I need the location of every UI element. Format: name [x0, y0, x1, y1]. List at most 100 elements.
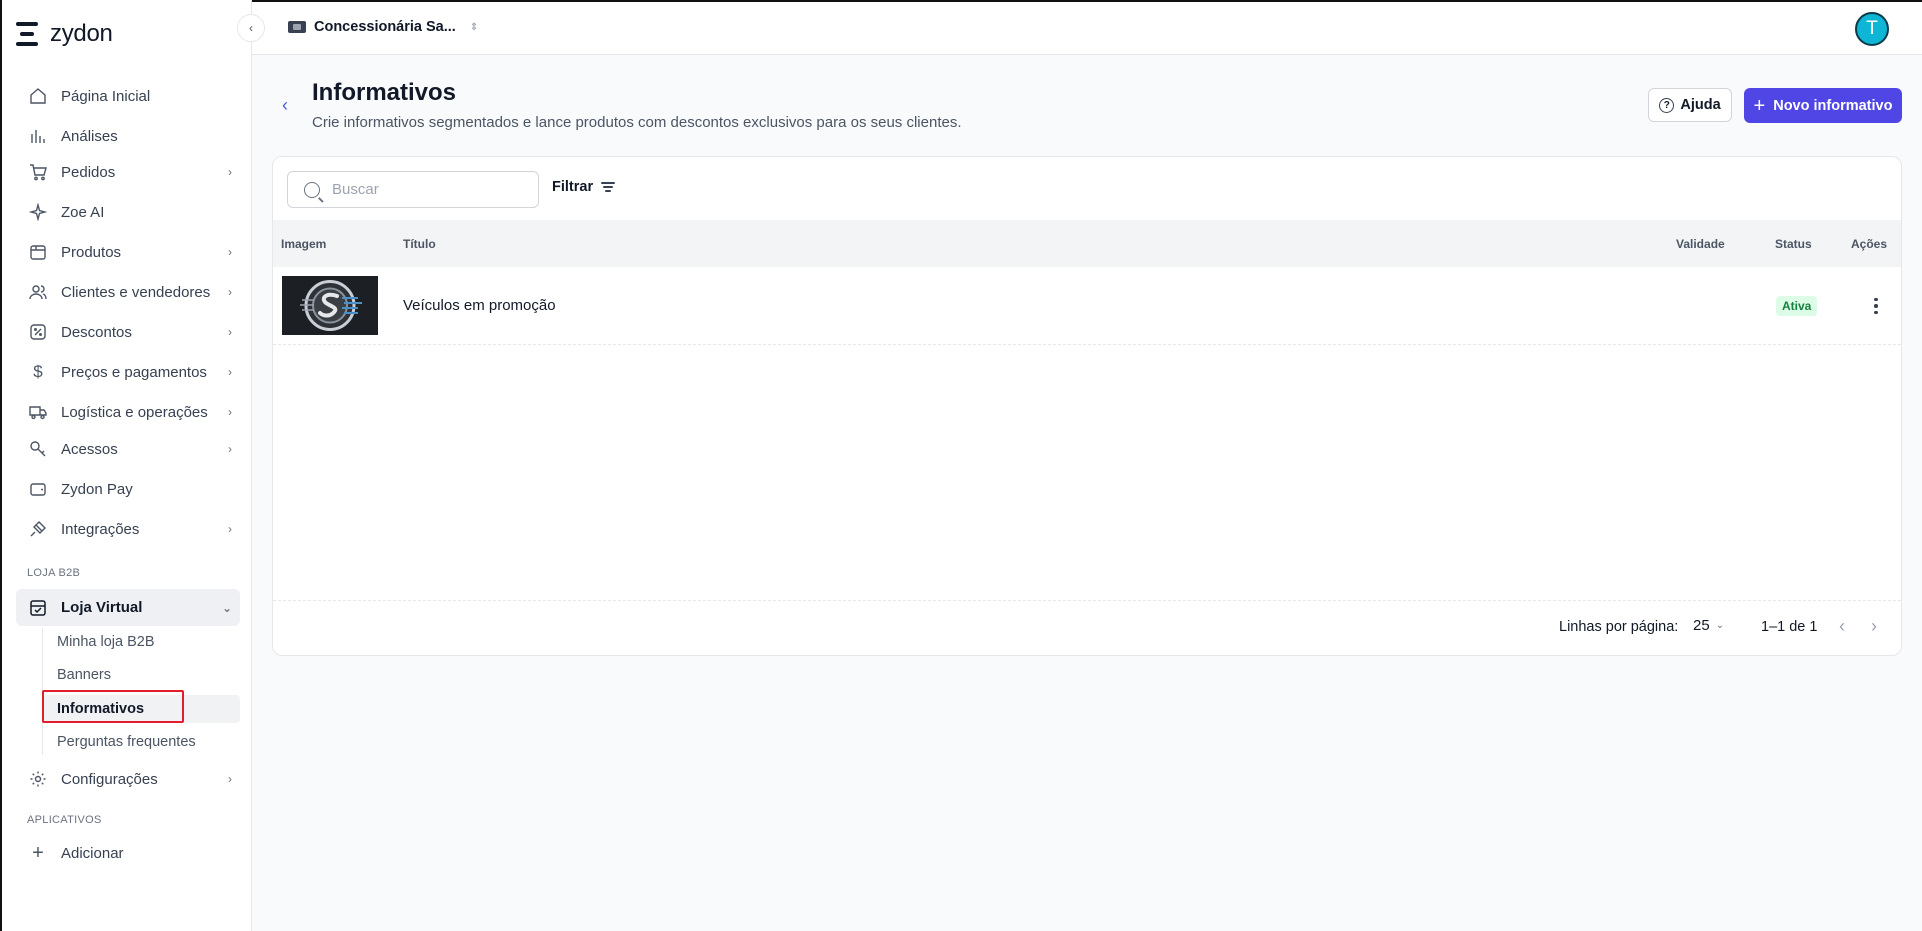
subitem-minha-loja-b2b[interactable]: Minha loja B2B: [43, 628, 240, 656]
sidebar-item-label: Pedidos: [61, 163, 116, 181]
sidebar-item-label: Adicionar: [61, 844, 124, 862]
avatar[interactable]: T: [1855, 12, 1889, 46]
status-badge: Ativa: [1776, 296, 1818, 316]
sidebar-item-zydon-pay[interactable]: Zydon Pay: [16, 471, 240, 507]
chevron-right-icon: ›: [228, 245, 232, 259]
store-icon: [288, 21, 306, 33]
sidebar-item-label: Página Inicial: [61, 87, 151, 105]
sidebar-item-label: Preços e pagamentos: [61, 363, 207, 381]
store-switcher[interactable]: Concessionária Sa... ⇕: [288, 19, 478, 35]
table-header: Imagem Título Validade Status Ações: [273, 220, 1901, 267]
zydon-logo-icon: [16, 21, 42, 47]
subitem-banners[interactable]: Banners: [43, 661, 240, 689]
sidebar: zydon Página Inicial Análises Pedidos › …: [0, 0, 252, 931]
filter-icon: [601, 181, 616, 193]
dollar-icon: $: [33, 362, 43, 381]
chevron-down-icon: ⌄: [221, 600, 232, 615]
rows-per-page-select[interactable]: 25 ⌄: [1693, 617, 1724, 634]
sidebar-item-integracoes[interactable]: Integrações ›: [16, 511, 240, 547]
col-status: Status: [1775, 237, 1812, 251]
col-validity: Validade: [1676, 237, 1725, 251]
sidebar-item-label: Acessos: [61, 440, 118, 458]
sidebar-item-label: Configurações: [61, 770, 158, 788]
section-label-aplicativos: APLICATIVOS: [27, 814, 102, 826]
sidebar-item-label: Clientes e vendedores: [61, 283, 211, 301]
sidebar-item-produtos[interactable]: Produtos ›: [16, 234, 240, 270]
plus-icon: +: [1753, 94, 1766, 117]
row-thumbnail: [282, 276, 378, 335]
prev-page-icon[interactable]: ‹: [1839, 616, 1845, 637]
updown-chevron-icon: ⇕: [469, 21, 479, 33]
sidebar-item-precos[interactable]: $ Preços e pagamentos ›: [16, 354, 240, 390]
sidebar-item-label: Zoe AI: [61, 203, 105, 221]
logo-text: zydon: [50, 20, 113, 47]
page-subtitle: Crie informativos segmentados e lance pr…: [312, 114, 962, 131]
col-actions: Ações: [1851, 237, 1888, 251]
sidebar-item-label: Produtos: [61, 243, 122, 261]
chevron-right-icon: ›: [228, 365, 232, 379]
logo[interactable]: zydon: [16, 20, 113, 48]
search-box[interactable]: [287, 171, 539, 208]
table-row[interactable]: Veículos em promoção Ativa: [273, 267, 1901, 345]
rows-per-page-value: 25: [1693, 617, 1710, 634]
sparkle-icon: [28, 202, 48, 222]
sidebar-item-pagina-inicial[interactable]: Página Inicial: [16, 78, 240, 114]
truck-icon: [28, 402, 48, 422]
chevron-right-icon: ›: [228, 285, 232, 299]
rows-per-page-label: Linhas por página:: [1559, 619, 1679, 635]
sidebar-item-pedidos[interactable]: Pedidos ›: [16, 154, 240, 190]
cart-icon: [28, 162, 48, 182]
filter-button[interactable]: Filtrar: [552, 179, 616, 195]
sidebar-item-loja-virtual[interactable]: Loja Virtual ⌄: [16, 589, 240, 626]
bar-chart-icon: [28, 126, 48, 146]
collapse-sidebar-button[interactable]: ‹: [237, 14, 265, 42]
help-button[interactable]: ? Ajuda: [1648, 88, 1732, 122]
wallet-icon: [28, 479, 48, 499]
sidebar-item-label: Descontos: [61, 323, 132, 341]
sidebar-item-configuracoes[interactable]: Configurações ›: [16, 761, 240, 797]
filter-label: Filtrar: [552, 179, 594, 195]
sidebar-item-zoe-ai[interactable]: Zoe AI: [16, 194, 240, 230]
new-informativo-button[interactable]: + Novo informativo: [1744, 88, 1902, 123]
next-page-icon[interactable]: ›: [1871, 616, 1877, 637]
pagination-range: 1–1 de 1: [1761, 619, 1818, 635]
sidebar-item-clientes[interactable]: Clientes e vendedores ›: [16, 274, 240, 310]
col-image: Imagem: [281, 237, 327, 251]
home-icon: [28, 86, 48, 106]
more-actions-icon[interactable]: [1866, 295, 1886, 317]
store-name: Concessionária Sa...: [314, 19, 456, 35]
sidebar-item-analises[interactable]: Análises: [16, 118, 240, 154]
box-icon: [28, 242, 48, 262]
chevron-right-icon: ›: [228, 522, 232, 536]
sidebar-item-acessos[interactable]: Acessos ›: [16, 431, 240, 467]
sidebar-item-adicionar[interactable]: + Adicionar: [16, 835, 240, 871]
key-icon: [28, 439, 48, 459]
footer-divider: [273, 600, 1901, 601]
chevron-right-icon: ›: [228, 405, 232, 419]
help-label: Ajuda: [1680, 97, 1721, 113]
subitem-informativos[interactable]: Informativos: [43, 695, 240, 723]
gear-icon: [28, 769, 48, 789]
sidebar-item-logistica[interactable]: Logística e operações ›: [16, 394, 240, 430]
search-icon: [304, 181, 320, 198]
plug-icon: [28, 519, 48, 539]
sidebar-item-label: Integrações: [61, 520, 140, 538]
topbar: Concessionária Sa... ⇕: [252, 0, 1922, 55]
back-chevron-icon[interactable]: ‹: [282, 95, 288, 116]
informativos-card: Filtrar Imagem Título Validade Status Aç…: [272, 156, 1902, 656]
search-input[interactable]: [332, 181, 512, 198]
sidebar-item-label: Zydon Pay: [61, 480, 133, 498]
question-circle-icon: ?: [1659, 97, 1675, 113]
subitem-perguntas-frequentes[interactable]: Perguntas frequentes: [43, 728, 240, 756]
sidebar-item-label: Loja Virtual: [61, 599, 143, 616]
chevron-down-icon: ⌄: [1715, 620, 1725, 631]
chevron-right-icon: ›: [228, 442, 232, 456]
row-title[interactable]: Veículos em promoção: [403, 297, 556, 314]
sidebar-item-descontos[interactable]: Descontos ›: [16, 314, 240, 350]
users-icon: [28, 282, 48, 302]
sidebar-item-label: Logística e operações: [61, 403, 208, 421]
chevron-right-icon: ›: [228, 165, 232, 179]
chevron-right-icon: ›: [228, 772, 232, 786]
discount-icon: [28, 322, 48, 342]
chevron-right-icon: ›: [228, 325, 232, 339]
